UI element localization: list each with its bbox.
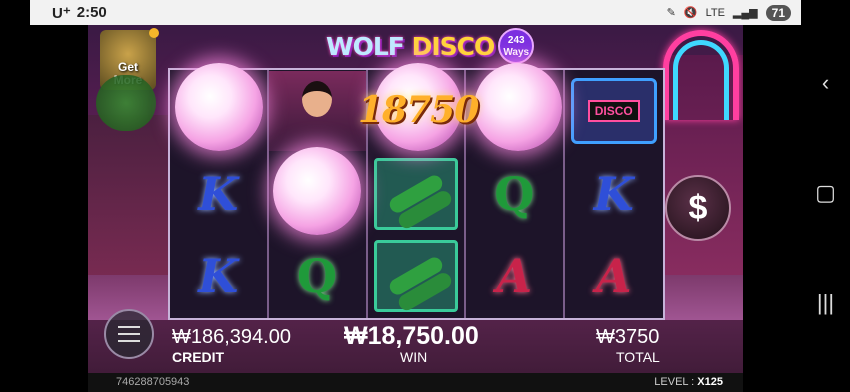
reel-cell — [368, 235, 465, 318]
credit-label: CREDIT — [172, 349, 225, 365]
symbol-k: K — [593, 166, 634, 221]
disco-ball-icon — [175, 63, 263, 151]
win-label: WIN — [400, 349, 428, 365]
edit-icon: ✎ — [666, 7, 676, 19]
ways-badge: 243 Ways — [498, 28, 535, 64]
clock: 2:50 — [76, 4, 107, 21]
total-bet-label: TOTAL — [616, 349, 660, 365]
neon-arch-inner-icon — [673, 40, 729, 120]
symbol-q: Q — [296, 249, 338, 304]
champagne-symbol-icon — [373, 240, 458, 313]
symbol-a: A — [595, 249, 632, 304]
symbol-k: K — [198, 249, 239, 304]
total-bet-value: ₩3750 — [596, 326, 660, 348]
symbol-q: Q — [494, 166, 535, 221]
dollar-icon: $ — [688, 188, 708, 227]
game-area: GetMore WOLF DISCO 243Ways K K Q — [88, 25, 743, 392]
status-bar: U⁺ 2:50 ✎ 🔇 LTE ▂▄▆ 71 — [30, 0, 801, 25]
reel-cell — [268, 70, 366, 153]
symbol-a: A — [496, 249, 533, 304]
home-icon[interactable]: ▢ — [801, 180, 850, 206]
footer-bar: 746288705943 LEVEL : X125 — [88, 373, 743, 392]
reel-cell: K — [170, 235, 267, 318]
disco-ball-icon — [273, 147, 361, 235]
reel-cell: Q — [269, 235, 366, 318]
reel-cell: A — [565, 235, 664, 318]
reel-cell: DISCO — [565, 70, 664, 153]
recents-icon[interactable]: ||| — [801, 290, 850, 316]
network-label: LTE — [705, 6, 725, 19]
signal-icon: ▂▄▆ — [732, 7, 758, 19]
symbol-k: K — [198, 166, 239, 221]
status-icons: ✎ 🔇 LTE ▂▄▆ 71 — [666, 4, 791, 21]
game-logo: WOLF DISCO 243 Ways — [326, 27, 535, 65]
game-id: 746288705943 — [116, 376, 190, 388]
disco-ball-icon — [474, 63, 562, 151]
credit-value: ₩186,394.00 — [172, 326, 291, 348]
spin-button[interactable]: $ — [665, 175, 731, 241]
logo-title: WOLF DISCO — [326, 31, 495, 61]
reel-cell: K — [170, 153, 267, 236]
win-amount-overlay: 18750 — [358, 89, 479, 131]
reel-5: DISCO K A — [565, 70, 664, 318]
level-indicator: LEVEL : X125 — [654, 376, 723, 388]
reel-cell: K — [565, 153, 664, 236]
system-nav-bar: ‹ ▢ ||| — [801, 25, 850, 392]
dragon-icon — [96, 75, 156, 131]
battery-badge: 71 — [765, 4, 791, 21]
woman-symbol-icon — [268, 71, 366, 152]
screen: U⁺ 2:50 ✎ 🔇 LTE ▂▄▆ 71 GetMore WOLF DISC… — [0, 0, 850, 392]
radio-symbol-icon: DISCO — [570, 78, 657, 145]
reel-cell — [368, 153, 465, 236]
carrier-label: U⁺ — [52, 4, 71, 22]
win-value: ₩18,750.00 — [344, 322, 479, 350]
background-left — [88, 115, 168, 285]
reel-cell: Q — [466, 153, 563, 236]
back-icon[interactable]: ‹ — [801, 70, 850, 96]
mute-icon: 🔇 — [683, 7, 698, 19]
notification-dot — [149, 28, 159, 38]
hud: ₩186,394.00 CREDIT ₩18,750.00 WIN ₩3750 … — [88, 322, 743, 374]
reel-cell: A — [466, 235, 563, 318]
champagne-symbol-icon — [373, 157, 458, 230]
